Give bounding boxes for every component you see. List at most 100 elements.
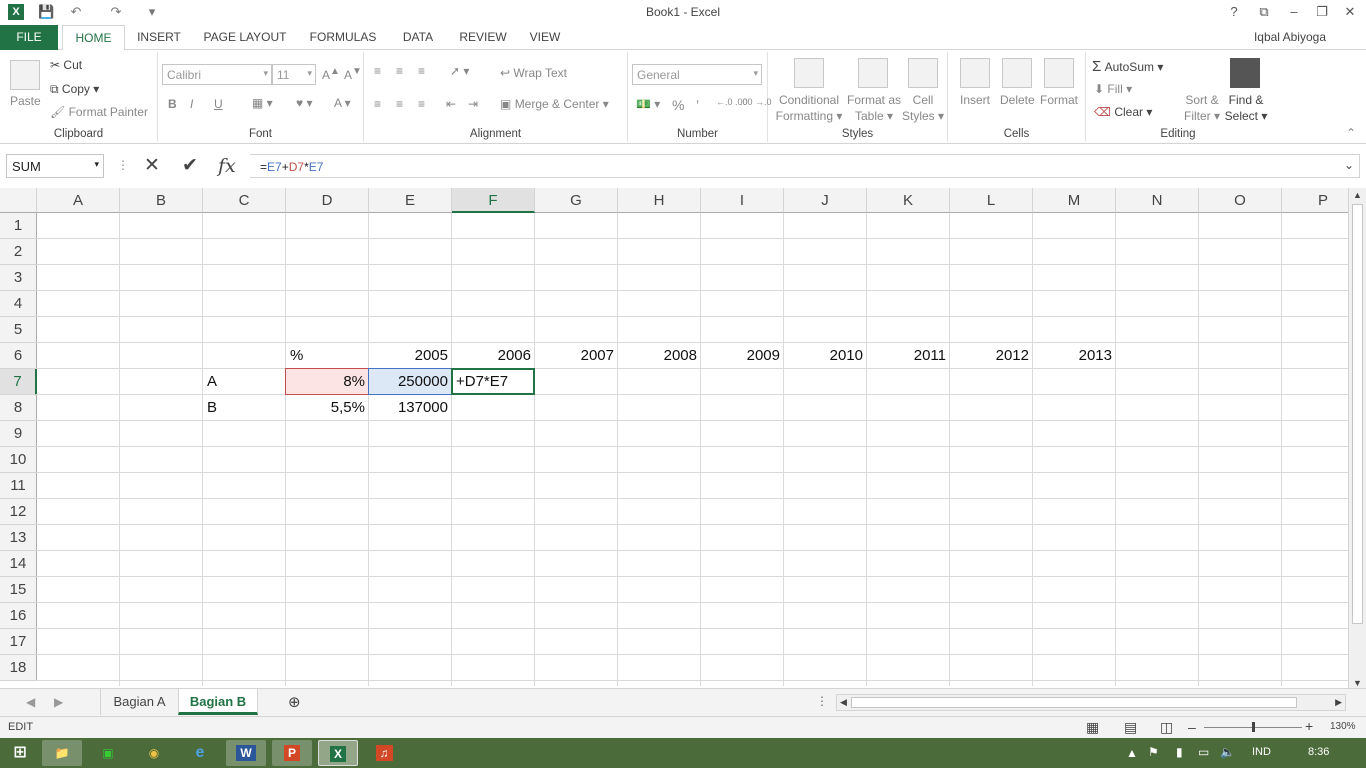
- align-left-icon[interactable]: ≡: [374, 97, 381, 111]
- format-as-table-button[interactable]: Format as Table ▾: [846, 92, 902, 124]
- column-header-e[interactable]: E: [369, 188, 452, 213]
- chrome-icon[interactable]: ◉: [134, 740, 174, 766]
- next-sheet-icon[interactable]: ▶: [54, 695, 63, 709]
- column-header-a[interactable]: A: [37, 188, 120, 213]
- row-header-11[interactable]: 11: [0, 473, 37, 499]
- zoom-level[interactable]: 130%: [1330, 721, 1356, 732]
- cell-styles-icon[interactable]: [908, 58, 938, 88]
- scroll-thumb[interactable]: [1352, 204, 1363, 624]
- find-select-button[interactable]: Find & Select ▾: [1224, 92, 1268, 124]
- align-right-icon[interactable]: ≡: [418, 97, 425, 111]
- cell-i6[interactable]: 2009: [701, 343, 784, 369]
- action-center-icon[interactable]: ⚑: [1148, 745, 1159, 759]
- row-header-4[interactable]: 4: [0, 291, 37, 317]
- column-header-n[interactable]: N: [1116, 188, 1199, 213]
- word-icon[interactable]: W: [226, 740, 266, 766]
- page-break-view-icon[interactable]: ◫: [1160, 719, 1173, 736]
- user-name[interactable]: Iqbal Abiyoga: [1254, 30, 1326, 44]
- grow-font-icon[interactable]: A▲: [322, 66, 340, 82]
- align-center-icon[interactable]: ≡: [396, 97, 403, 111]
- row-header-13[interactable]: 13: [0, 525, 37, 551]
- new-sheet-icon[interactable]: ⊕: [288, 693, 301, 711]
- scroll-up-icon[interactable]: ▲: [1353, 190, 1362, 200]
- sort-filter-button[interactable]: Sort & Filter ▾: [1182, 92, 1222, 124]
- fill-button[interactable]: ⬇ Fill ▾: [1094, 82, 1132, 96]
- cell-f6[interactable]: 2006: [452, 343, 535, 369]
- cell-styles-button[interactable]: Cell Styles ▾: [902, 92, 944, 124]
- column-header-d[interactable]: D: [286, 188, 369, 213]
- normal-view-icon[interactable]: ▦: [1086, 719, 1099, 736]
- column-header-f[interactable]: F: [452, 188, 535, 213]
- zoom-slider[interactable]: [1204, 722, 1302, 732]
- row-header-15[interactable]: 15: [0, 577, 37, 603]
- align-top-icon[interactable]: ≡: [374, 64, 381, 78]
- cell-e7[interactable]: 250000: [369, 369, 452, 395]
- row-header-8[interactable]: 8: [0, 395, 37, 421]
- row-header-12[interactable]: 12: [0, 499, 37, 525]
- cell-m6[interactable]: 2013: [1033, 343, 1116, 369]
- row-header-2[interactable]: 2: [0, 239, 37, 265]
- bold-button[interactable]: B: [168, 97, 177, 111]
- explorer-icon[interactable]: 📁: [42, 740, 82, 766]
- collapse-ribbon-icon[interactable]: ⌃: [1346, 126, 1356, 140]
- underline-button[interactable]: U: [214, 97, 223, 111]
- zoom-out-icon[interactable]: –: [1188, 719, 1196, 735]
- column-header-o[interactable]: O: [1199, 188, 1282, 213]
- cell-l6[interactable]: 2012: [950, 343, 1033, 369]
- merge-center-button[interactable]: ▣ Merge & Center ▾: [500, 97, 609, 111]
- h-scroll-thumb[interactable]: [851, 697, 1297, 708]
- excel-icon[interactable]: X: [318, 740, 358, 766]
- align-bottom-icon[interactable]: ≡: [418, 64, 425, 78]
- shrink-font-icon[interactable]: A▼: [344, 66, 362, 82]
- align-middle-icon[interactable]: ≡: [396, 64, 403, 78]
- tab-file[interactable]: FILE: [0, 25, 58, 50]
- restore-button[interactable]: ❐: [1308, 2, 1336, 22]
- delete-cells-icon[interactable]: [1002, 58, 1032, 88]
- scroll-right-icon[interactable]: ▶: [1335, 697, 1342, 708]
- scroll-left-icon[interactable]: ◀: [840, 697, 847, 708]
- minimize-button[interactable]: –: [1280, 2, 1308, 22]
- ie-icon[interactable]: e: [180, 740, 220, 766]
- tab-data[interactable]: DATA: [392, 25, 444, 50]
- row-header-9[interactable]: 9: [0, 421, 37, 447]
- row-header-18[interactable]: 18: [0, 655, 37, 681]
- row-header-7[interactable]: 7: [0, 369, 37, 395]
- column-header-m[interactable]: M: [1033, 188, 1116, 213]
- column-header-j[interactable]: J: [784, 188, 867, 213]
- tab-formulas[interactable]: FORMULAS: [302, 25, 384, 50]
- horizontal-scrollbar[interactable]: ◀ ▶: [836, 694, 1346, 711]
- binoculars-icon[interactable]: [1230, 58, 1260, 88]
- insert-cells-icon[interactable]: [960, 58, 990, 88]
- cell-j6[interactable]: 2010: [784, 343, 867, 369]
- volume-icon[interactable]: 🔈: [1220, 745, 1235, 759]
- cell-d8[interactable]: 5,5%: [286, 395, 369, 421]
- row-header-1[interactable]: 1: [0, 213, 37, 239]
- formula-input[interactable]: =E7+D7*E7: [250, 154, 1360, 178]
- clock[interactable]: 8:36: [1308, 746, 1329, 758]
- zoom-slider-thumb[interactable]: [1252, 722, 1255, 732]
- powerpoint-icon[interactable]: P: [272, 740, 312, 766]
- clear-button[interactable]: ⌫ Clear ▾: [1094, 105, 1152, 119]
- cell-e6[interactable]: 2005: [369, 343, 452, 369]
- cancel-icon[interactable]: ✕: [144, 154, 160, 177]
- select-all-corner[interactable]: [0, 188, 37, 213]
- number-format-select[interactable]: General ▾: [632, 64, 762, 85]
- help-button[interactable]: ?: [1220, 2, 1248, 22]
- close-button[interactable]: ✕: [1336, 2, 1364, 22]
- row-header-17[interactable]: 17: [0, 629, 37, 655]
- power-icon[interactable]: ▮: [1176, 745, 1183, 759]
- currency-icon[interactable]: 💵 ▾: [636, 97, 660, 111]
- cell-c7[interactable]: A: [203, 369, 286, 395]
- scroll-down-icon[interactable]: ▼: [1353, 678, 1362, 688]
- font-size-select[interactable]: 11 ▾: [272, 64, 316, 85]
- tab-view[interactable]: VIEW: [522, 25, 568, 50]
- cell-k6[interactable]: 2011: [867, 343, 950, 369]
- column-header-l[interactable]: L: [950, 188, 1033, 213]
- ribbon-display-icon[interactable]: ⧉: [1250, 2, 1278, 22]
- row-header-10[interactable]: 10: [0, 447, 37, 473]
- cell-d6[interactable]: %: [286, 343, 369, 369]
- cell-g6[interactable]: 2007: [535, 343, 618, 369]
- column-header-b[interactable]: B: [120, 188, 203, 213]
- insert-cells-button[interactable]: Insert: [960, 93, 990, 107]
- paste-icon[interactable]: [10, 60, 40, 90]
